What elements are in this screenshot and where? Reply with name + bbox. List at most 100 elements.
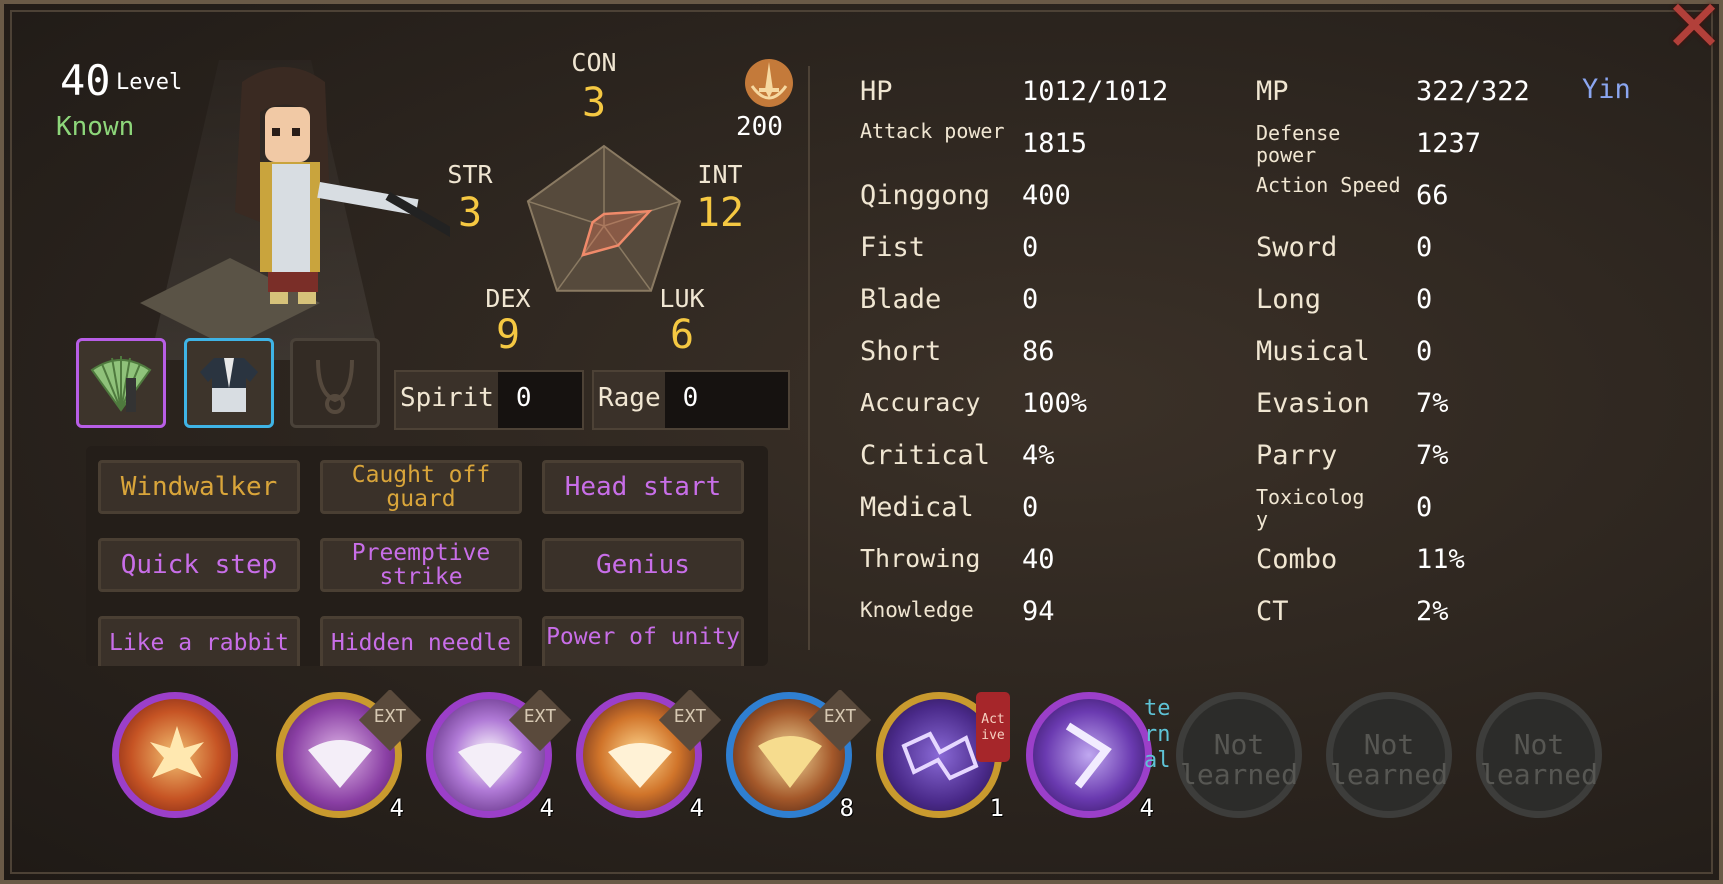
equip-slot-accessory[interactable] (290, 338, 380, 428)
lightning-icon (901, 731, 979, 781)
stat-label-accuracy: Accuracy (860, 388, 981, 417)
skill-slot-6[interactable]: Act ive 1 (874, 690, 1010, 824)
spirit-meter: Spirit 0 (394, 370, 584, 430)
frame-corner (0, 846, 38, 884)
attr-name-int: INT (697, 160, 743, 189)
trait-like-a-rabbit[interactable]: Like a rabbit (98, 616, 300, 666)
skill-level: 1 (989, 794, 1004, 822)
character-portrait-area: 40 Level Known (40, 40, 450, 360)
skill-tag: EXT (673, 706, 707, 727)
skill-tag: Act ive (976, 692, 1010, 762)
skill-slot-4[interactable]: EXT 4 (574, 690, 722, 824)
trait-power-of-unity[interactable]: Power of unity (542, 616, 744, 666)
stat-label-ct: CT (1256, 596, 1289, 627)
stat-value-short: 86 (1022, 336, 1055, 367)
stat-label-attack-power: Attack power (860, 119, 1005, 143)
stat-label-toxicology: Toxicology (1256, 485, 1365, 531)
traits-panel: Windwalker Caught off guard Head start Q… (86, 446, 768, 666)
stat-value-evasion: 7% (1416, 388, 1449, 419)
fan-fire-icon (608, 743, 672, 788)
close-icon[interactable]: ✕ (1659, 0, 1723, 64)
trait-hidden-needle[interactable]: Hidden needle (320, 616, 522, 666)
skill-level: 4 (389, 794, 404, 822)
trait-head-start[interactable]: Head start (542, 460, 744, 514)
skill-level: 4 (539, 794, 554, 822)
skill-not-learned: Not learned (1179, 728, 1298, 791)
stat-label-short: Short (860, 336, 942, 367)
stat-value-throwing: 40 (1022, 544, 1055, 575)
flame-burst-icon (150, 726, 204, 778)
stat-value-sword: 0 (1416, 232, 1433, 263)
stat-value-qinggong: 400 (1022, 180, 1071, 211)
stat-value-blade: 0 (1022, 284, 1039, 315)
trait-genius[interactable]: Genius (542, 538, 744, 592)
attr-name-dex: DEX (485, 284, 531, 313)
stat-label-action-speed: Action Speed (1256, 173, 1401, 197)
trait-preemptive-strike[interactable]: Preemptive strike (320, 538, 522, 592)
skill-tag: EXT (523, 706, 557, 727)
stat-value-long: 0 (1416, 284, 1433, 315)
skill-slot-3[interactable]: EXT 4 (424, 690, 572, 824)
trait-windwalker[interactable]: Windwalker (98, 460, 300, 514)
radar-chart (526, 144, 682, 292)
fan-light-icon (458, 743, 522, 788)
attr-name-con: CON (571, 48, 617, 77)
level-number: 40 (60, 56, 111, 105)
stat-label-parry: Parry (1256, 440, 1338, 471)
stat-label-sword: Sword (1256, 232, 1338, 263)
skill-slot-7[interactable]: In te rn al 4 (1024, 690, 1171, 824)
stat-label-hp: HP (860, 76, 893, 107)
stat-value-action-speed: 66 (1416, 180, 1449, 211)
stat-label-mp: MP (1256, 76, 1289, 107)
skill-tag: EXT (373, 706, 407, 727)
trait-caught-off-guard[interactable]: Caught off guard (320, 460, 522, 514)
stat-label-qinggong: Qinggong (860, 180, 991, 211)
skill-slot-5[interactable]: EXT 8 (724, 690, 872, 824)
stat-label-musical: Musical (1256, 336, 1370, 367)
attr-name-luk: LUK (659, 284, 705, 313)
spirit-value: 0 (497, 372, 582, 428)
attr-value-int: 12 (695, 190, 745, 236)
stat-label-combo: Combo (1256, 544, 1338, 575)
sword-emblem-icon[interactable] (742, 56, 796, 110)
skill-slot-9[interactable]: Not learned (1324, 690, 1458, 824)
attr-value-dex: 9 (495, 312, 521, 358)
skill-slot-1[interactable] (110, 690, 244, 824)
attr-value-con: 3 (581, 80, 607, 126)
equip-slot-weapon[interactable] (76, 338, 166, 428)
skill-slot-2[interactable]: EXT 4 (274, 690, 422, 824)
frame-corner (0, 0, 38, 38)
attribute-radar: CON 3 STR 3 INT 12 DEX 9 LUK 6 (430, 40, 790, 370)
skill-tag: EXT (823, 706, 857, 727)
stat-label-knowledge: Knowledge (860, 598, 974, 622)
emblem-value: 200 (736, 112, 783, 142)
stat-label-evasion: Evasion (1256, 388, 1370, 419)
spirit-label: Spirit (396, 372, 498, 428)
equip-slot-armor[interactable] (184, 338, 274, 428)
stat-value-medical: 0 (1022, 492, 1039, 523)
stat-value-defense-power: 1237 (1416, 128, 1482, 159)
skill-not-learned: Not learned (1479, 728, 1598, 791)
character-sprite[interactable] (190, 52, 450, 332)
attr-value-str: 3 (457, 190, 483, 236)
skill-not-learned: Not learned (1329, 728, 1448, 791)
relationship-status: Known (56, 112, 135, 142)
stat-value-fist: 0 (1022, 232, 1039, 263)
skill-slot-10[interactable]: Not learned (1474, 690, 1608, 824)
stat-label-blade: Blade (860, 284, 942, 315)
level-label: Level (116, 70, 183, 95)
divider (808, 66, 810, 650)
fan-sparkle-icon (308, 740, 372, 788)
stat-label-throwing: Throwing (860, 544, 981, 573)
stat-value-hp: 1012/1012 (1022, 76, 1169, 107)
stat-value-ct: 2% (1416, 596, 1449, 627)
stat-value-musical: 0 (1416, 336, 1433, 367)
stat-value-combo: 11% (1416, 544, 1465, 575)
alignment-label: Yin (1582, 74, 1631, 105)
skill-bar: EXT 4 EXT 4 EXT 4 EXT 8 Act ive 1 In te … (110, 690, 1652, 830)
stat-value-parry: 7% (1416, 440, 1449, 471)
trait-quick-step[interactable]: Quick step (98, 538, 300, 592)
skill-slot-8[interactable]: Not learned (1174, 690, 1308, 824)
robe-icon (200, 358, 258, 412)
fan-gold-icon (758, 736, 822, 788)
